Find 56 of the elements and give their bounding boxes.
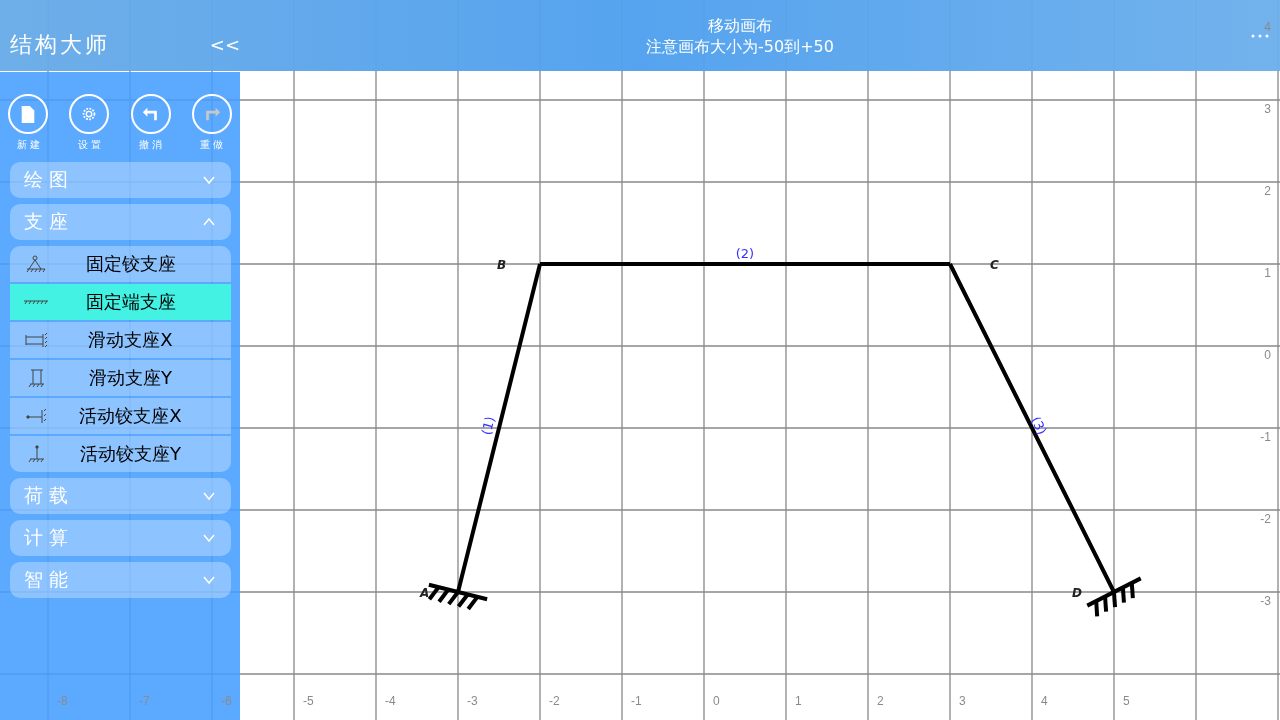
support-item[interactable]: 活动铰支座X: [10, 398, 231, 434]
section-header[interactable]: 计 算: [10, 520, 231, 556]
support-icon: [24, 332, 48, 348]
axis-tick-label: 5: [1123, 694, 1130, 708]
toolbar-button[interactable]: 设置: [69, 94, 110, 152]
collapse-button[interactable]: <<: [209, 30, 240, 59]
support-icon: [25, 408, 47, 424]
support-item[interactable]: 固定铰支座: [10, 246, 231, 282]
support-icon: [25, 254, 47, 274]
support-item[interactable]: 活动铰支座Y: [10, 436, 231, 472]
canvas-hint: 注意画布大小为-50到+50: [646, 35, 834, 57]
mode-title: 移动画布: [708, 14, 772, 36]
axis-tick-label: -3: [467, 694, 478, 708]
axis-tick-label: 0: [713, 694, 720, 708]
axis-tick-label: -8: [57, 694, 68, 708]
axis-tick-label: -7: [139, 694, 150, 708]
app-title: 结构大师: [10, 30, 110, 59]
member-label: (3): [1028, 413, 1050, 438]
fixed-support-drawing: [1086, 576, 1142, 617]
support-item[interactable]: 固定端支座: [10, 284, 231, 320]
axis-tick-label: -2: [549, 694, 560, 708]
axis-tick-label: 3: [959, 694, 966, 708]
axis-tick-label: 4: [1041, 694, 1048, 708]
section-header[interactable]: 智 能: [10, 562, 231, 598]
axis-tick-label: -6: [221, 694, 232, 708]
axis-tick-label: 3: [1264, 102, 1271, 116]
axis-tick-label: -1: [631, 694, 642, 708]
support-item[interactable]: 滑动支座Y: [10, 360, 231, 396]
more-icon[interactable]: [1251, 33, 1269, 38]
fixed-support-drawing: [427, 582, 488, 611]
support-icon: [27, 445, 45, 463]
section-header[interactable]: 荷 载: [10, 478, 231, 514]
toolbar-button[interactable]: 新建: [8, 94, 48, 152]
support-item[interactable]: 滑动支座X: [10, 322, 231, 358]
axis-tick-label: -3: [1260, 594, 1271, 608]
node-label: D: [1072, 586, 1082, 600]
toolbar-button[interactable]: 撤消: [130, 94, 171, 152]
axis-tick-label: 0: [1264, 348, 1271, 362]
member-label: (2): [735, 245, 755, 261]
axis-tick-label: 1: [795, 694, 802, 708]
axis-tick-label: 1: [1264, 266, 1271, 280]
axis-tick-label: -5: [303, 694, 314, 708]
section-header[interactable]: 绘 图: [10, 162, 231, 198]
axis-tick-label: 2: [877, 694, 884, 708]
node-label: B: [497, 258, 507, 272]
node-label: C: [990, 258, 999, 272]
axis-tick-label: -4: [385, 694, 396, 708]
axis-tick-label: 2: [1264, 184, 1271, 198]
node-label: A: [420, 586, 430, 600]
axis-tick-label: 4: [1264, 20, 1271, 34]
axis-tick-label: -2: [1260, 512, 1271, 526]
axis-tick-label: -1: [1260, 430, 1271, 444]
support-icon: [23, 299, 49, 305]
section-header[interactable]: 支 座: [10, 204, 231, 240]
member-label: (1): [478, 415, 498, 437]
support-icon: [27, 368, 45, 388]
